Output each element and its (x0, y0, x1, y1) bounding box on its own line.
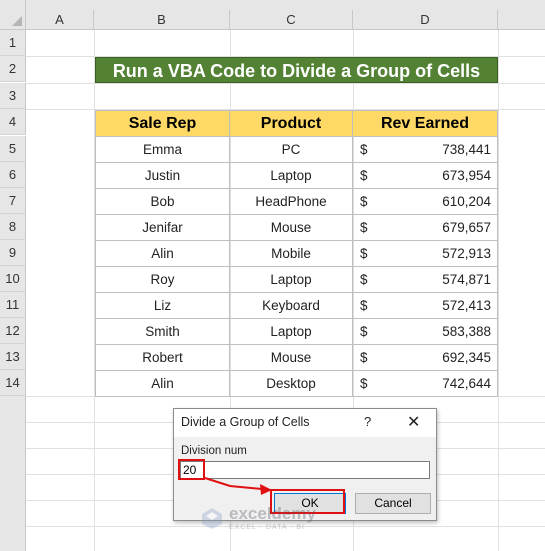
arrow-shaft (204, 477, 263, 490)
watermark-logo: exceldemy EXCEL · DATA · BI (200, 505, 316, 531)
exceldemy-logo-icon (202, 508, 222, 529)
watermark-tagline: EXCEL · DATA · BI (229, 524, 305, 531)
pointer-arrow-icon (204, 477, 272, 495)
watermark-name: exceldemy (229, 504, 316, 523)
watermark-text: exceldemy EXCEL · DATA · BI (229, 505, 316, 531)
arrow-head (260, 484, 272, 495)
